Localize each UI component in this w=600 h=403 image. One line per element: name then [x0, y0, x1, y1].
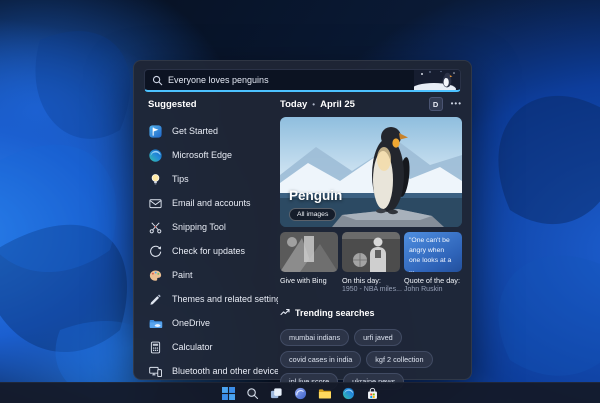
refresh-icon [148, 244, 163, 259]
scissors-icon [148, 220, 163, 235]
card-caption: Quote of the day: [404, 276, 460, 285]
chip-kgf-2-collection[interactable]: kgf 2 collection [366, 350, 433, 368]
sidebar-item-get-started[interactable]: Get Started [144, 119, 278, 143]
cards-row: Give with Bing On this day: 1950 - NBA m… [280, 232, 462, 295]
trending-title: Trending searches [295, 307, 375, 318]
sidebar-item-label: Email and accounts [172, 198, 251, 208]
suggested-section: Suggested Get Started Microsoft Edge Tip… [144, 97, 278, 383]
chip-mumbai-indians[interactable]: mumbai indians [280, 328, 350, 346]
devices-icon [148, 364, 163, 379]
search-content-area: Today • April 25 D ••• Penguin All image… [280, 97, 462, 390]
dot-separator: • [312, 99, 316, 109]
card-on-this-day[interactable]: On this day: 1950 - NBA miles... [342, 232, 402, 295]
sidebar-item-label: Check for updates [172, 246, 246, 256]
more-options-button[interactable]: ••• [451, 97, 462, 111]
search-icon [152, 75, 163, 86]
card-caption: On this day: [342, 276, 381, 285]
desktop-screen: Suggested Get Started Microsoft Edge Tip… [0, 0, 600, 403]
suggested-title: Suggested [148, 99, 197, 110]
give-with-bing-image [280, 232, 338, 272]
search-flyout-panel: Suggested Get Started Microsoft Edge Tip… [133, 60, 472, 390]
sidebar-item-microsoft-edge[interactable]: Microsoft Edge [144, 143, 278, 167]
card-caption: Give with Bing [280, 276, 327, 285]
sidebar-item-label: Tips [172, 174, 189, 184]
file-explorer-icon[interactable] [317, 386, 332, 401]
sidebar-item-label: Themes and related settings [172, 294, 278, 304]
hero-title: Penguin [289, 188, 343, 203]
sidebar-item-label: Bluetooth and other devices sett... [172, 366, 278, 376]
penguin-doodle-icon [414, 70, 460, 90]
sidebar-item-onedrive[interactable]: OneDrive [144, 311, 278, 335]
sidebar-item-bluetooth-devices[interactable]: Bluetooth and other devices sett... [144, 359, 278, 383]
taskbar-edge-icon[interactable] [341, 386, 356, 401]
palette-icon [148, 268, 163, 283]
sidebar-item-label: OneDrive [172, 318, 211, 328]
all-images-button[interactable]: All images [289, 208, 337, 221]
today-label: Today [280, 98, 308, 110]
sidebar-item-calculator[interactable]: Calculator [144, 335, 278, 359]
sidebar-item-label: Snipping Tool [172, 222, 226, 232]
search-bar[interactable] [144, 69, 461, 92]
avatar[interactable]: D [428, 97, 443, 111]
chip-urfi-javed[interactable]: urfi javed [354, 328, 402, 346]
date-label: April 25 [320, 98, 355, 110]
card-quote-of-the-day[interactable]: "One can't be angry when one looks at a … [404, 232, 462, 295]
lightbulb-icon [148, 172, 163, 187]
sidebar-item-themes[interactable]: Themes and related settings [144, 287, 278, 311]
quote-card: "One can't be angry when one looks at a … [404, 232, 462, 272]
card-subcaption: 1950 - NBA miles... [342, 286, 402, 294]
start-button[interactable] [221, 386, 236, 401]
sidebar-item-check-updates[interactable]: Check for updates [144, 239, 278, 263]
trending-chips: mumbai indians urfi javed covid cases in… [280, 328, 464, 390]
sidebar-item-label: Microsoft Edge [172, 150, 233, 160]
chip-covid-cases[interactable]: covid cases in india [280, 350, 362, 368]
card-subcaption: John Ruskin [404, 286, 443, 294]
trending-section: Trending searches mumbai indians urfi ja… [280, 304, 462, 390]
pencil-icon [148, 292, 163, 307]
calculator-icon [148, 340, 163, 355]
sidebar-item-label: Paint [172, 270, 193, 280]
on-this-day-image [342, 232, 400, 272]
sidebar-item-label: Get Started [172, 126, 219, 136]
envelope-icon [148, 196, 163, 211]
trending-icon [280, 304, 290, 322]
edge-icon [148, 148, 163, 163]
taskbar [0, 382, 600, 403]
get-started-icon [148, 124, 163, 139]
sidebar-item-tips[interactable]: Tips [144, 167, 278, 191]
task-view-icon[interactable] [269, 386, 284, 401]
store-icon[interactable] [365, 386, 380, 401]
taskbar-search-icon[interactable] [245, 386, 260, 401]
today-header: Today • April 25 D ••• [280, 97, 462, 111]
sidebar-item-paint[interactable]: Paint [144, 263, 278, 287]
widgets-icon[interactable] [293, 386, 308, 401]
search-input[interactable] [168, 75, 414, 85]
hero-image-card[interactable]: Penguin All images [280, 117, 462, 227]
sidebar-item-email-accounts[interactable]: Email and accounts [144, 191, 278, 215]
onedrive-folder-icon [148, 316, 163, 331]
sidebar-item-snipping-tool[interactable]: Snipping Tool [144, 215, 278, 239]
sidebar-item-label: Calculator [172, 342, 213, 352]
card-give-with-bing[interactable]: Give with Bing [280, 232, 338, 295]
